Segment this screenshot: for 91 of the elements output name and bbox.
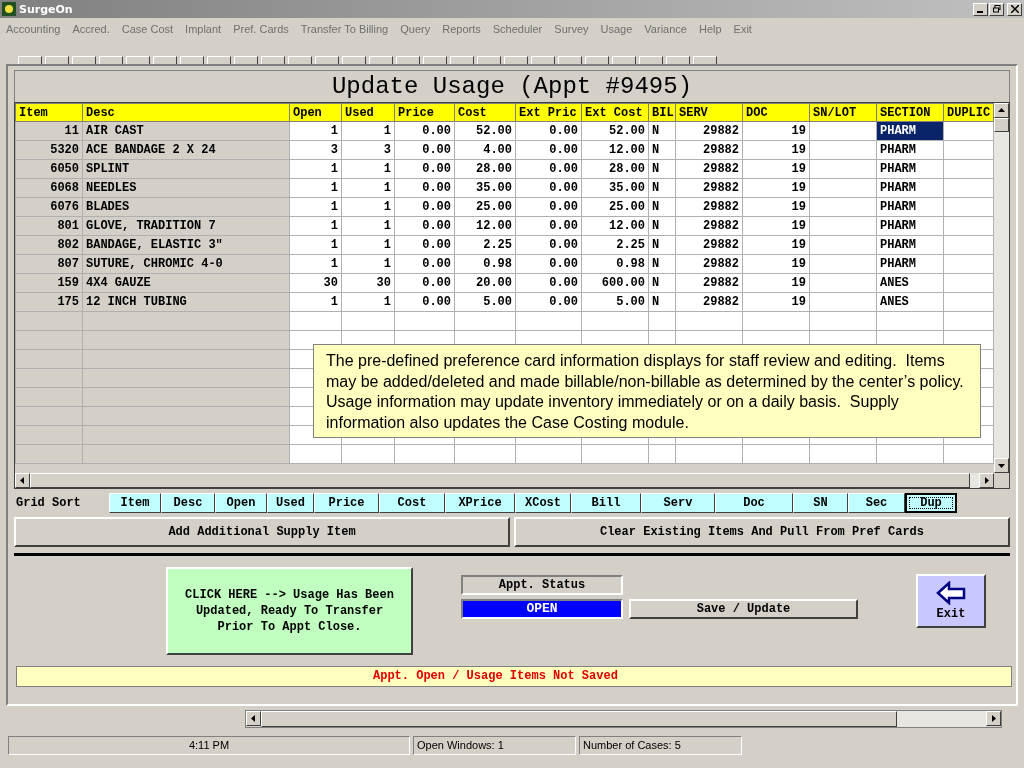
column-header[interactable]: Desc bbox=[82, 103, 290, 122]
status-bar-panel: Number of Cases: 5 bbox=[579, 736, 742, 755]
column-header[interactable]: DOC bbox=[742, 103, 810, 122]
column-header[interactable]: Price bbox=[394, 103, 455, 122]
sort-button[interactable]: Desc bbox=[161, 493, 215, 513]
toolbar-button[interactable] bbox=[72, 56, 96, 64]
sort-button[interactable]: Dup bbox=[905, 493, 957, 513]
toolbar-button[interactable] bbox=[369, 56, 393, 64]
status-bar-panel: 4:11 PM bbox=[8, 736, 410, 755]
toolbar-button[interactable] bbox=[477, 56, 501, 64]
sort-button[interactable]: Bill bbox=[571, 493, 641, 513]
left-arrow-icon bbox=[936, 581, 966, 605]
right-arrow-icon bbox=[983, 477, 990, 484]
grid-sort-label: Grid Sort bbox=[15, 496, 82, 510]
sort-button[interactable]: Used bbox=[267, 493, 314, 513]
restore-button[interactable] bbox=[989, 2, 1004, 16]
sort-button[interactable]: Doc bbox=[715, 493, 793, 513]
scroll-right-button[interactable] bbox=[986, 711, 1001, 726]
minimize-button[interactable] bbox=[973, 2, 988, 16]
close-icon bbox=[1010, 5, 1019, 13]
left-arrow-icon bbox=[250, 715, 257, 722]
action-button[interactable]: Add Additional Supply Item bbox=[14, 517, 510, 547]
column-header[interactable]: SN/LOT bbox=[809, 103, 877, 122]
left-arrow-icon bbox=[19, 477, 26, 484]
restore-icon bbox=[992, 5, 1001, 13]
sort-button[interactable]: Serv bbox=[641, 493, 715, 513]
column-header[interactable]: SERV bbox=[675, 103, 743, 122]
sort-button[interactable]: Item bbox=[109, 493, 161, 513]
sort-button[interactable]: SN bbox=[793, 493, 848, 513]
toolbar-button[interactable] bbox=[504, 56, 528, 64]
toolbar-button[interactable] bbox=[234, 56, 258, 64]
status-label: Appt. Status bbox=[461, 575, 623, 595]
toolbar-button[interactable] bbox=[342, 56, 366, 64]
column-header[interactable]: Used bbox=[341, 103, 395, 122]
column-header[interactable]: Ext Cost bbox=[581, 103, 649, 122]
toolbar-button[interactable] bbox=[531, 56, 555, 64]
down-arrow-icon bbox=[998, 462, 1005, 469]
scrollbar-thumb[interactable] bbox=[994, 118, 1009, 132]
toolbar-button[interactable] bbox=[261, 56, 285, 64]
annotation-note: The pre-defined preference card information displays for staff review and editing. Items may be added/deleted and made billable/non-billable as determined by the center’s policy. Usage information may update inventory immediately or on a daily basis. Supply information also updates the Case Costing module. bbox=[313, 344, 981, 438]
toolbar-button[interactable] bbox=[180, 56, 204, 64]
horizontal-scrollbar[interactable] bbox=[245, 710, 1002, 728]
toolbar-button[interactable] bbox=[126, 56, 150, 64]
status-value: OPEN bbox=[461, 599, 623, 619]
action-button[interactable]: Clear Existing Items And Pull From Pref Cards bbox=[514, 517, 1010, 547]
toolbar-button[interactable] bbox=[612, 56, 636, 64]
toolbar-button[interactable] bbox=[423, 56, 447, 64]
right-arrow-icon bbox=[990, 715, 997, 722]
column-header[interactable]: DUPLIC bbox=[943, 103, 994, 122]
toolbar-button[interactable] bbox=[396, 56, 420, 64]
window-title: SurgeOn bbox=[19, 2, 73, 16]
toolbar-button[interactable] bbox=[315, 56, 339, 64]
app-icon bbox=[2, 2, 16, 16]
toolbar-button[interactable] bbox=[558, 56, 582, 64]
toolbar-button[interactable] bbox=[153, 56, 177, 64]
toolbar-button[interactable] bbox=[99, 56, 123, 64]
sort-button[interactable]: XCost bbox=[515, 493, 571, 513]
save-button[interactable]: Save / Update bbox=[629, 599, 858, 619]
column-header[interactable]: Open bbox=[289, 103, 342, 122]
scrollbar-thumb[interactable] bbox=[261, 711, 897, 727]
column-header[interactable]: SECTION bbox=[876, 103, 944, 122]
column-header[interactable]: Cost bbox=[454, 103, 516, 122]
scroll-up-button[interactable] bbox=[994, 103, 1009, 118]
exit-button[interactable]: Exit bbox=[916, 574, 986, 628]
toolbar-button[interactable] bbox=[207, 56, 231, 64]
scroll-left-button[interactable] bbox=[15, 473, 30, 488]
status-message: Appt. Open / Usage Items Not Saved bbox=[16, 666, 1012, 687]
close-button[interactable] bbox=[1007, 2, 1022, 16]
vertical-scrollbar[interactable] bbox=[994, 103, 1009, 488]
toolbar-button[interactable] bbox=[585, 56, 609, 64]
sort-button[interactable]: Price bbox=[314, 493, 379, 513]
status-bar-panel: Open Windows: 1 bbox=[413, 736, 576, 755]
column-header[interactable]: Ext Pric bbox=[515, 103, 582, 122]
toolbar-button[interactable] bbox=[18, 56, 42, 64]
toolbar-button[interactable] bbox=[693, 56, 717, 64]
sort-button[interactable]: Cost bbox=[379, 493, 445, 513]
sort-button[interactable]: XPrice bbox=[445, 493, 515, 513]
toolbar-button[interactable] bbox=[45, 56, 69, 64]
sort-button[interactable]: Sec bbox=[848, 493, 905, 513]
column-header[interactable]: BIL bbox=[648, 103, 676, 122]
up-arrow-icon bbox=[998, 107, 1005, 114]
scroll-right-button[interactable] bbox=[979, 473, 994, 488]
sort-button[interactable]: Open bbox=[215, 493, 267, 513]
scroll-down-button[interactable] bbox=[994, 458, 1009, 473]
toolbar-button[interactable] bbox=[666, 56, 690, 64]
transfer-button[interactable]: CLICK HERE --> Usage Has Been Updated, Ready To Transfer Prior To Appt Close. bbox=[166, 567, 413, 655]
toolbar-button[interactable] bbox=[288, 56, 312, 64]
column-header[interactable]: Item bbox=[15, 103, 83, 122]
scroll-left-button[interactable] bbox=[246, 711, 261, 726]
toolbar-button[interactable] bbox=[450, 56, 474, 64]
toolbar-button[interactable] bbox=[639, 56, 663, 64]
